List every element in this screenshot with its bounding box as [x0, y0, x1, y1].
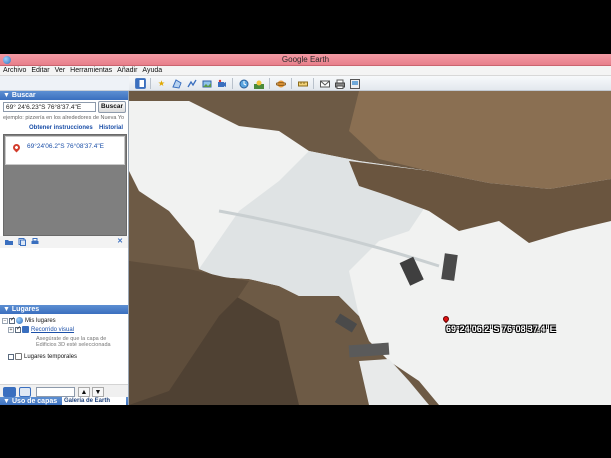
print-icon[interactable] [334, 78, 345, 89]
temporary-places-checkbox[interactable] [8, 353, 14, 360]
collapse-arrow-icon: ▼ [3, 92, 10, 99]
collapse-arrow-icon: ▼ [3, 306, 10, 313]
title-bar: Google Earth [0, 54, 611, 66]
path-icon[interactable] [186, 78, 197, 89]
toolbar-separator [150, 78, 151, 89]
print-icon[interactable] [31, 238, 39, 246]
move-down-button[interactable]: ▼ [92, 387, 104, 397]
search-panel-title: Buscar [11, 92, 36, 99]
window-title: Google Earth [281, 55, 330, 64]
places-toolbar: ▲ ▼ [0, 384, 128, 397]
tour-link[interactable]: Recorrido visual [31, 327, 74, 333]
menu-archivo[interactable]: Archivo [0, 66, 28, 74]
collapse-toggle-icon[interactable]: − [2, 317, 8, 324]
search-places-icon[interactable] [3, 387, 16, 397]
historical-imagery-icon[interactable] [238, 78, 249, 89]
menu-editar[interactable]: Editar [28, 66, 51, 74]
tree-row-my-places[interactable]: − Mis lugares [2, 316, 56, 326]
toolbar-left-strip [0, 76, 129, 91]
places-panel-header[interactable]: ▼ Lugares [0, 305, 128, 314]
save-image-icon[interactable] [349, 78, 360, 89]
folder-icon[interactable] [5, 238, 13, 246]
menu-anadir[interactable]: Añadir [114, 66, 139, 74]
places-panel-title: Lugares [11, 306, 40, 313]
places-search-field[interactable] [36, 387, 75, 397]
menu-ver[interactable]: Ver [52, 66, 68, 74]
search-input[interactable]: 69° 24'6.23"S 76°8'37.4"E [3, 102, 96, 112]
tour-tip: Asegúrate de que la capa de Edificios 3D… [36, 336, 111, 348]
main-toolbar: ★ [129, 76, 611, 91]
layers-panel-title: Uso de capas [12, 398, 58, 405]
folder-icon [15, 353, 22, 360]
close-icon[interactable]: ✕ [116, 238, 124, 246]
get-directions-link[interactable]: Obtener instrucciones [29, 125, 93, 131]
sidebar: ▼ Buscar 69° 24'6.23"S 76°8'37.4"E Busca… [0, 91, 129, 405]
search-hint: ejemplo: pizzería en los alrededores de … [3, 115, 125, 121]
my-places-label: Mis lugares [25, 318, 56, 325]
record-tour-icon[interactable] [216, 78, 227, 89]
collapse-arrow-icon: ▼ [3, 398, 10, 405]
menu-bar: Archivo Editar Ver Herramientas Añadir Ayuda [0, 66, 611, 76]
toolbar-separator [269, 78, 270, 89]
sun-icon[interactable] [253, 78, 264, 89]
email-icon[interactable] [319, 78, 330, 89]
menu-herramientas[interactable]: Herramientas [67, 66, 114, 74]
layers-panel-header[interactable]: ▼ Uso de capas Galería de Earth [0, 397, 128, 405]
search-result-item[interactable]: 69°24'06.2"S 76°08'37.4"E [5, 136, 125, 165]
move-up-button[interactable]: ▲ [78, 387, 90, 397]
planets-icon[interactable] [275, 78, 286, 89]
sidebar-icon[interactable] [135, 78, 146, 89]
my-places-checkbox[interactable] [9, 316, 15, 325]
image-overlay-icon[interactable] [201, 78, 212, 89]
sidebar-panel-icon[interactable] [19, 387, 31, 397]
placemark-label[interactable]: 69°24'06.2"S 76°08'37.4"E [446, 324, 556, 334]
search-result-text[interactable]: 69°24'06.2"S 76°08'37.4"E [27, 143, 104, 150]
earth-3d-view[interactable] [129, 91, 611, 405]
polygon-icon[interactable] [171, 78, 182, 89]
google-earth-window: Google Earth Archivo Editar Ver Herramienta… [0, 54, 611, 405]
search-results-toolbar: ✕ [0, 236, 128, 248]
search-history-link[interactable]: Historial [99, 125, 123, 131]
expand-toggle-icon[interactable]: + [8, 326, 14, 333]
earth-gallery-button[interactable]: Galería de Earth [62, 397, 126, 405]
folder-icon [22, 326, 29, 333]
search-results-area: 69°24'06.2"S 76°08'37.4"E [3, 134, 127, 236]
tour-checkbox[interactable] [15, 325, 21, 334]
search-panel-header[interactable]: ▼ Buscar [0, 91, 128, 100]
globe-folder-icon [16, 317, 23, 324]
tree-row-temporary-places[interactable]: Lugares temporales [8, 353, 77, 362]
menu-ayuda[interactable]: Ayuda [139, 66, 164, 74]
placemark-icon[interactable]: ★ [156, 78, 167, 89]
tree-row-tour[interactable]: + Recorrido visual [8, 325, 74, 335]
ruler-icon[interactable] [297, 78, 308, 89]
result-placemark-icon [11, 142, 22, 153]
temporary-places-label: Lugares temporales [24, 354, 78, 361]
toolbar-separator [313, 78, 314, 89]
copy-icon[interactable] [18, 238, 26, 246]
toolbar-separator [232, 78, 233, 89]
toolbar-separator [291, 78, 292, 89]
search-button[interactable]: Buscar [98, 101, 126, 113]
